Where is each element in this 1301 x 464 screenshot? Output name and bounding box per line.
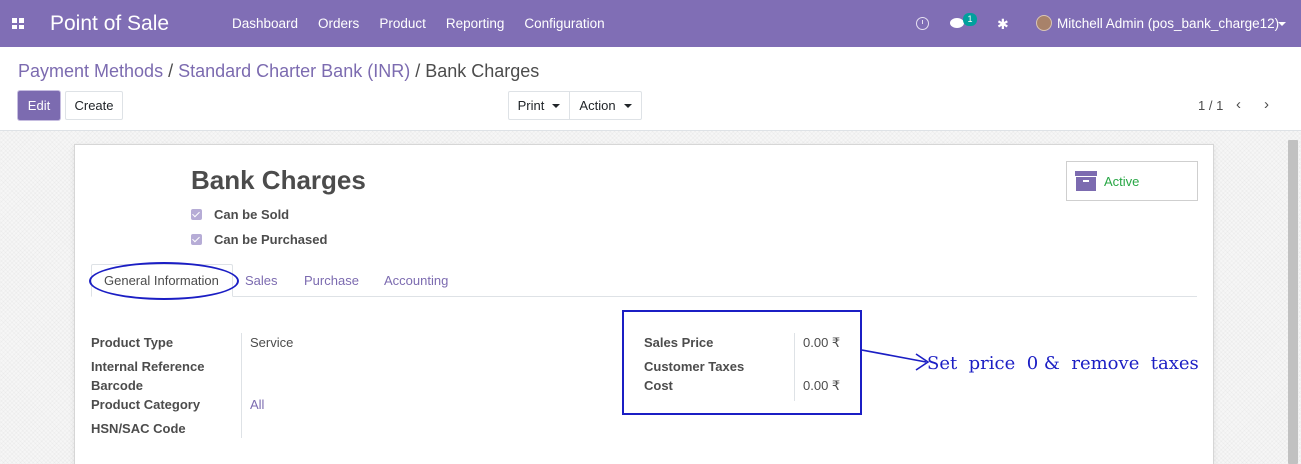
caret-down-icon	[623, 104, 632, 108]
caret-down-icon[interactable]	[1278, 22, 1286, 26]
chevron-left-icon[interactable]: ‹	[1236, 96, 1241, 113]
tab-accounting[interactable]: Accounting	[384, 273, 448, 288]
can-be-purchased-checkbox[interactable]	[191, 234, 202, 245]
clock-icon[interactable]	[916, 17, 929, 30]
breadcrumb-bank[interactable]: Standard Charter Bank (INR)	[178, 61, 410, 81]
chat-icon[interactable]	[950, 18, 964, 28]
can-be-sold-label: Can be Sold	[214, 207, 290, 222]
main-menu: Dashboard Orders Product Reporting Confi…	[232, 16, 625, 31]
create-button[interactable]: Create	[65, 91, 123, 120]
annotation-arrow-icon	[862, 349, 930, 371]
chevron-right-icon[interactable]: ›	[1264, 96, 1269, 113]
chat-badge: 1	[963, 13, 977, 26]
user-menu[interactable]: Mitchell Admin (pos_bank_charge12)	[1057, 16, 1279, 31]
product-category-label: Product Category	[91, 397, 201, 412]
internal-reference-label: Internal Reference	[91, 359, 205, 374]
product-category-value[interactable]: All	[250, 397, 264, 412]
top-navbar: Point of Sale Dashboard Orders Product R…	[0, 0, 1301, 47]
menu-orders[interactable]: Orders	[318, 16, 359, 31]
can-be-sold-checkbox[interactable]	[191, 209, 202, 220]
edit-button[interactable]: Edit	[18, 91, 60, 120]
action-dropdown[interactable]: Action	[569, 91, 642, 120]
print-dropdown[interactable]: Print	[508, 91, 570, 120]
active-toggle-button[interactable]: Active	[1066, 161, 1198, 201]
scrollbar[interactable]	[1288, 140, 1298, 464]
product-type-label: Product Type	[91, 335, 174, 350]
product-title: Bank Charges	[191, 165, 366, 195]
bug-icon[interactable]: ✱	[997, 16, 1009, 33]
breadcrumb-current: Bank Charges	[425, 61, 540, 81]
avatar[interactable]	[1036, 15, 1052, 31]
annotation-ellipse	[89, 262, 239, 300]
annotation-rectangle	[622, 310, 862, 415]
breadcrumb-payment-methods[interactable]: Payment Methods	[18, 61, 163, 81]
active-label: Active	[1104, 174, 1140, 189]
menu-configuration[interactable]: Configuration	[524, 16, 604, 31]
pager-value: 1 / 1	[1198, 98, 1224, 113]
field-divider	[241, 333, 242, 438]
annotation-text: Set price 0 & remove taxes	[927, 353, 1199, 374]
menu-dashboard[interactable]: Dashboard	[232, 16, 298, 31]
apps-grid-icon[interactable]	[12, 18, 24, 29]
action-label: Action	[579, 98, 616, 113]
breadcrumb-separator: /	[168, 61, 174, 81]
menu-reporting[interactable]: Reporting	[446, 16, 505, 31]
tabs-divider	[91, 296, 1197, 297]
breadcrumb-separator: /	[415, 61, 421, 81]
breadcrumb: Payment Methods / Standard Charter Bank (I…	[18, 61, 539, 82]
tab-sales[interactable]: Sales	[245, 273, 278, 288]
barcode-label: Barcode	[91, 378, 144, 393]
print-label: Print	[517, 98, 545, 113]
menu-product[interactable]: Product	[379, 16, 426, 31]
caret-down-icon	[552, 104, 561, 108]
tab-purchase[interactable]: Purchase	[304, 273, 359, 288]
app-name[interactable]: Point of Sale	[50, 12, 169, 36]
hsn-sac-code-label: HSN/SAC Code	[91, 421, 186, 436]
archive-icon	[1075, 171, 1097, 191]
can-be-purchased-label: Can be Purchased	[214, 232, 328, 247]
product-type-value: Service	[250, 335, 294, 350]
